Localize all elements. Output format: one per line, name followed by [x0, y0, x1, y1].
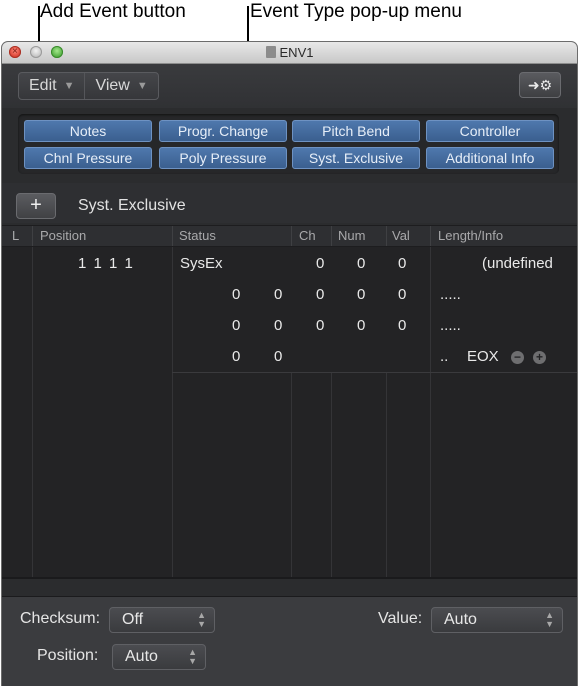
row-divider — [172, 372, 577, 373]
window-title-text: ENV1 — [279, 45, 314, 60]
sysex-byte[interactable]: 0 — [274, 317, 282, 334]
view-menu-label: View — [95, 77, 130, 94]
column-separator — [386, 226, 387, 246]
midi-in-arrow-icon: ➜⚙ — [527, 76, 553, 93]
callout-add-event: Add Event button — [40, 1, 186, 22]
column-separator — [172, 226, 173, 246]
document-icon — [265, 46, 276, 58]
column-ch[interactable]: Ch — [299, 228, 316, 243]
column-val[interactable]: Val — [392, 228, 410, 243]
filter-pitch-bend-button[interactable]: Pitch Bend — [292, 120, 420, 142]
sysex-byte[interactable]: 0 — [357, 317, 365, 334]
sysex-row-info: ..... — [440, 286, 461, 303]
filter-additional-info-button[interactable]: Additional Info — [426, 147, 554, 169]
column-divider — [291, 373, 292, 579]
column-separator — [331, 226, 332, 246]
chevron-down-icon: ▼ — [136, 80, 148, 92]
remove-byte-minus-icon[interactable]: − — [511, 351, 524, 364]
sysex-byte[interactable]: 0 — [232, 348, 240, 365]
checksum-label: Checksum: — [20, 610, 101, 627]
add-event-button[interactable]: + — [16, 193, 56, 219]
updown-arrows-icon: ▲ ▼ — [197, 610, 206, 629]
chevron-down-icon: ▼ — [63, 80, 75, 92]
sysex-byte[interactable]: 0 — [232, 317, 240, 334]
checksum-popup[interactable]: Off ▲ ▼ — [109, 607, 215, 633]
column-position[interactable]: Position — [40, 228, 86, 243]
sysex-row-info: .. — [440, 348, 449, 365]
sysex-byte[interactable]: 0 — [398, 286, 406, 303]
checksum-value: Off — [122, 611, 144, 628]
value-popup[interactable]: Auto ▲ ▼ — [431, 607, 563, 633]
filter-sysex-button[interactable]: Syst. Exclusive — [292, 147, 420, 169]
filter-poly-pressure-button[interactable]: Poly Pressure — [159, 147, 287, 169]
view-menu[interactable]: View ▼ — [84, 73, 157, 99]
updown-arrows-icon: ▲ ▼ — [545, 610, 554, 629]
toolbar: Edit ▼ View ▼ ➜⚙ — [2, 64, 577, 108]
event-number[interactable]: 0 — [357, 255, 365, 272]
event-position[interactable]: 1 1 1 1 — [78, 255, 133, 272]
title-bar: × ENV1 — [2, 42, 577, 64]
window-title: ENV1 — [2, 45, 577, 60]
midi-thru-button[interactable]: ➜⚙ — [519, 72, 561, 98]
sysex-byte[interactable]: 0 — [398, 317, 406, 334]
event-list-window: × ENV1 Edit ▼ View ▼ ➜⚙ Notes Progr. Chang… — [2, 42, 577, 686]
event-info[interactable]: (undefined — [482, 255, 553, 272]
filter-controller-button[interactable]: Controller — [426, 120, 554, 142]
column-separator — [430, 226, 431, 246]
sysex-byte[interactable]: 0 — [316, 286, 324, 303]
position-value: Auto — [125, 648, 158, 665]
column-header: L Position Status Ch Num Val Length/Info — [2, 225, 577, 247]
filter-notes-button[interactable]: Notes — [24, 120, 152, 142]
column-num[interactable]: Num — [338, 228, 365, 243]
column-separator — [291, 226, 292, 246]
sysex-byte[interactable]: 0 — [357, 286, 365, 303]
menu-segment: Edit ▼ View ▼ — [18, 72, 159, 100]
updown-arrows-icon: ▲ ▼ — [188, 647, 197, 666]
event-channel[interactable]: 0 — [316, 255, 324, 272]
sysex-row-info: ..... — [440, 317, 461, 334]
column-divider — [172, 247, 173, 579]
add-byte-plus-icon[interactable]: + — [533, 351, 546, 364]
edit-menu-label: Edit — [29, 77, 57, 94]
column-status[interactable]: Status — [179, 228, 216, 243]
value-label: Value: — [378, 610, 423, 627]
list-footer-divider — [2, 577, 577, 579]
event-list[interactable]: 1 1 1 1 SysEx 0 0 0 (undefined 0 0 0 0 0… — [2, 247, 577, 579]
add-event-bar: + Syst. Exclusive — [2, 183, 577, 223]
column-divider — [331, 373, 332, 579]
eox-label: EOX — [467, 348, 499, 365]
inspector-panel: Checksum: Off ▲ ▼ Value: Auto ▲ ▼ Position… — [2, 596, 577, 686]
position-popup[interactable]: Auto ▲ ▼ — [112, 644, 206, 670]
value-value: Auto — [444, 611, 477, 628]
sysex-byte[interactable]: 0 — [274, 286, 282, 303]
column-divider — [386, 373, 387, 579]
sysex-byte[interactable]: 0 — [232, 286, 240, 303]
edit-menu[interactable]: Edit ▼ — [19, 73, 84, 99]
event-filter-panel: Notes Progr. Change Pitch Bend Controlle… — [18, 114, 559, 174]
event-status[interactable]: SysEx — [180, 255, 223, 272]
column-l[interactable]: L — [12, 228, 19, 243]
event-value[interactable]: 0 — [398, 255, 406, 272]
callout-event-type: Event Type pop-up menu — [250, 1, 462, 22]
sysex-byte[interactable]: 0 — [274, 348, 282, 365]
filter-program-change-button[interactable]: Progr. Change — [159, 120, 287, 142]
column-divider — [430, 247, 431, 579]
position-label: Position: — [37, 647, 99, 664]
column-separator — [32, 226, 33, 246]
column-divider — [32, 247, 33, 579]
column-length-info[interactable]: Length/Info — [438, 228, 503, 243]
filter-channel-pressure-button[interactable]: Chnl Pressure — [24, 147, 152, 169]
event-type-popup[interactable]: Syst. Exclusive — [78, 197, 186, 215]
sysex-byte[interactable]: 0 — [316, 317, 324, 334]
